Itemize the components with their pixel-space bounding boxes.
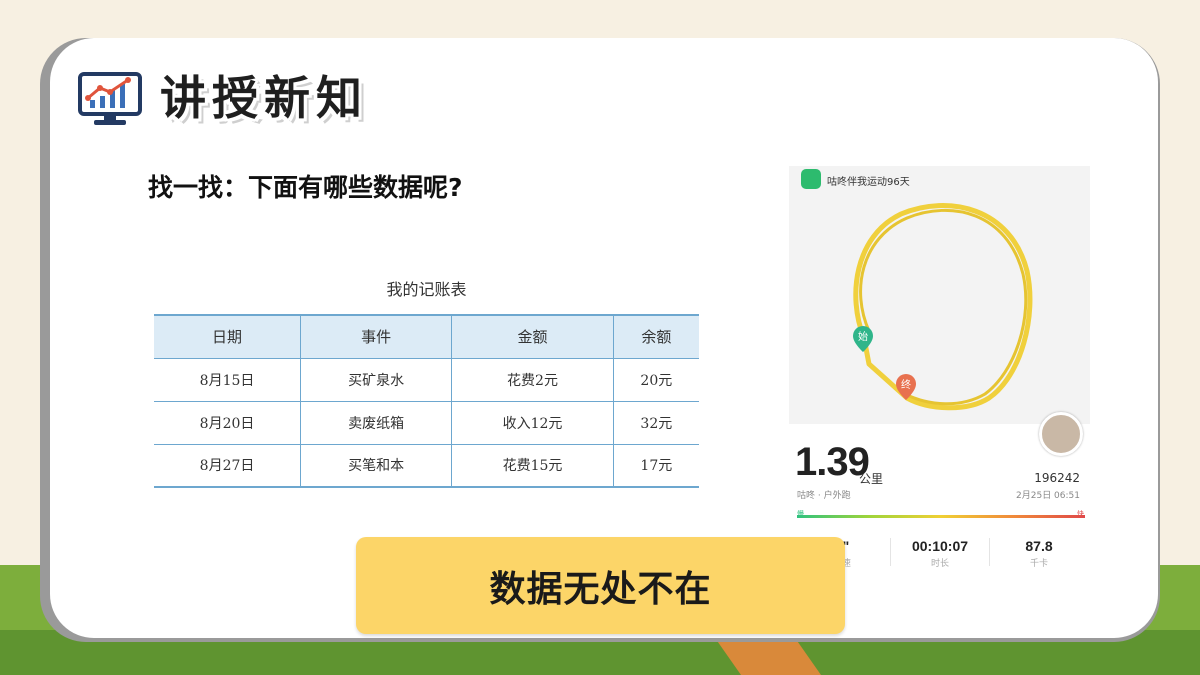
table-cell: 买笔和本 bbox=[300, 444, 452, 488]
activity-type: 咕咚 · 户外跑 bbox=[797, 491, 851, 501]
end-marker-icon: 终 bbox=[896, 374, 916, 400]
start-marker-label: 始 bbox=[858, 330, 868, 343]
route-path bbox=[853, 203, 1033, 411]
end-marker-label: 终 bbox=[901, 378, 911, 391]
table-cell: 卖废纸箱 bbox=[300, 401, 452, 445]
route-map: 咕咚伴我运动96天 始 终 bbox=[789, 166, 1090, 424]
table-cell: 买矿泉水 bbox=[300, 358, 452, 402]
key-message-banner: 数据无处不在 bbox=[356, 537, 845, 634]
table-row: 8月27日 买笔和本 花费15元 17元 bbox=[154, 444, 699, 488]
table-cell: 8月20日 bbox=[154, 401, 301, 445]
table-row: 8月20日 卖废纸箱 收入12元 32元 bbox=[154, 401, 699, 445]
stat-divider bbox=[989, 538, 990, 566]
activity-date: 2月25日 06:51 bbox=[1016, 491, 1080, 501]
table-cell: 花费2元 bbox=[451, 358, 614, 402]
step-count: 196242 bbox=[1034, 471, 1080, 485]
table-cell: 8月27日 bbox=[154, 444, 301, 488]
stat-label: 时长 bbox=[930, 559, 949, 569]
table-cell: 8月15日 bbox=[154, 358, 301, 402]
avatar[interactable] bbox=[1039, 412, 1083, 456]
table-row: 8月15日 买矿泉水 花费2元 20元 bbox=[154, 358, 699, 402]
distance-value: 1.39 bbox=[795, 440, 870, 484]
stat-value: 87.8 bbox=[1025, 538, 1053, 554]
column-header: 金额 bbox=[451, 314, 614, 359]
table-cell: 17元 bbox=[612, 444, 699, 488]
question-prompt: 找一找：下面有哪些数据呢? bbox=[148, 173, 463, 202]
section-title: 讲授新知 bbox=[160, 71, 368, 125]
chart-monitor-icon bbox=[78, 72, 142, 125]
ledger-table: 日期 事件 金额 余额 8月15日 买矿泉水 花费2元 20元 8月20日 卖废… bbox=[154, 314, 699, 488]
stat-divider bbox=[890, 538, 891, 566]
stat-duration: 00:10:07 时长 bbox=[905, 538, 975, 569]
table-cell: 32元 bbox=[612, 401, 699, 445]
speed-gradient-bar bbox=[797, 515, 1085, 518]
distance-unit: 公里 bbox=[859, 472, 884, 486]
table-cell: 收入12元 bbox=[451, 401, 614, 445]
stat-calories: 87.8 千卡 bbox=[1004, 538, 1074, 569]
start-marker-icon: 始 bbox=[853, 326, 873, 352]
app-title: 咕咚伴我运动96天 bbox=[827, 177, 910, 188]
table-header-row: 日期 事件 金额 余额 bbox=[154, 314, 699, 359]
stat-value: 00:10:07 bbox=[911, 538, 969, 554]
column-header: 余额 bbox=[612, 314, 699, 359]
running-app-screenshot: 咕咚伴我运动96天 始 终 1.39 公里 196242 咕咚 · 户外跑 2月… bbox=[789, 166, 1090, 576]
stat-label: 千卡 bbox=[1029, 559, 1048, 569]
column-header: 事件 bbox=[300, 314, 452, 359]
app-logo-icon bbox=[801, 169, 821, 189]
table-caption: 我的记账表 bbox=[386, 280, 467, 299]
table-cell: 花费15元 bbox=[451, 444, 614, 488]
table-cell: 20元 bbox=[612, 358, 699, 402]
column-header: 日期 bbox=[154, 314, 301, 359]
